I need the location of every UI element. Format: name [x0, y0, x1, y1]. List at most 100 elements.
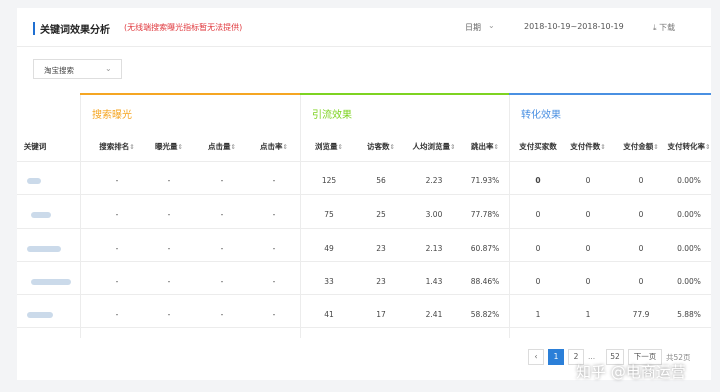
- page-ellipsis: ...: [588, 352, 596, 361]
- table-cell: 0: [638, 277, 644, 286]
- table-cell: -: [115, 210, 119, 219]
- dropdown-selected-value: 淘宝搜索: [44, 66, 74, 75]
- table-cell: -: [220, 210, 224, 219]
- table-cell: 0.00%: [677, 176, 701, 185]
- group-bar-2: [300, 93, 509, 95]
- table-cell: 56: [376, 176, 386, 185]
- sort-icon[interactable]: ⇕: [338, 143, 343, 151]
- table-cell: 23: [376, 277, 386, 286]
- table-cell: 0.00%: [677, 244, 701, 253]
- column-header[interactable]: 曝光量⇕: [139, 141, 199, 152]
- column-header-label: 关键词: [23, 142, 47, 151]
- date-range-value: 2018-10-19~2018-10-19: [524, 22, 624, 31]
- table-cell: -: [115, 176, 119, 185]
- table-cell: 1: [585, 310, 591, 319]
- table-cell: -: [220, 176, 224, 185]
- row-divider: [17, 261, 711, 262]
- table-cell: 23: [376, 244, 386, 253]
- column-header: 关键词: [5, 141, 65, 152]
- keyword-redacted[interactable]: [31, 279, 71, 285]
- table-cell: 77.9: [632, 310, 650, 319]
- column-header[interactable]: 支付转化率⇕: [659, 141, 719, 152]
- column-header[interactable]: 点击率⇕: [244, 141, 304, 152]
- group-title-1: 搜索曝光: [92, 110, 132, 121]
- row-divider: [17, 194, 711, 195]
- table-cell: -: [115, 277, 119, 286]
- page-title: 关键词效果分析: [40, 25, 110, 36]
- sort-icon[interactable]: ⇕: [705, 143, 710, 151]
- group-bar-3: [509, 93, 711, 95]
- table-cell: 75: [324, 210, 334, 219]
- table-cell: 0: [585, 210, 591, 219]
- column-header-label: 点击率: [260, 142, 283, 151]
- keyword-redacted[interactable]: [27, 312, 53, 318]
- table-cell: 0.00%: [677, 210, 701, 219]
- table-cell: 5.88%: [677, 310, 701, 319]
- table-cell: 1.43: [425, 277, 443, 286]
- sort-icon[interactable]: ⇕: [390, 143, 395, 151]
- column-header-label: 支付金额: [623, 142, 654, 151]
- table-cell: -: [272, 244, 276, 253]
- table-cell: 0: [638, 210, 644, 219]
- row-divider: [17, 294, 711, 295]
- table-cell: 125: [321, 176, 337, 185]
- column-header[interactable]: 访客数⇕: [351, 141, 411, 152]
- table-cell: -: [272, 310, 276, 319]
- table-cell: 0: [585, 244, 591, 253]
- download-icon: ⤓: [653, 23, 657, 32]
- column-header[interactable]: 点击量⇕: [192, 141, 252, 152]
- table-cell: -: [220, 310, 224, 319]
- card-header: 关键词效果分析 (无线端搜索曝光指标暂无法提供) 日期 ⌄ 2018-10-19…: [17, 8, 711, 47]
- group-title-3: 转化效果: [521, 110, 561, 121]
- sort-icon[interactable]: ⇕: [494, 143, 499, 151]
- table-cell: 58.82%: [470, 310, 500, 319]
- sort-icon[interactable]: ⇕: [129, 143, 134, 151]
- row-divider: [17, 228, 711, 229]
- column-header-label: 浏览量: [315, 142, 338, 151]
- table-cell: 0: [535, 244, 541, 253]
- column-header[interactable]: 支付件数⇕: [558, 141, 618, 152]
- column-header[interactable]: 浏览量⇕: [299, 141, 359, 152]
- keyword-redacted[interactable]: [27, 246, 61, 252]
- download-button[interactable]: ⤓ 下载: [653, 22, 675, 33]
- column-header-label: 人均浏览量: [412, 142, 451, 151]
- table-cell: 0: [585, 176, 591, 185]
- column-header-label: 跳出率: [471, 142, 494, 151]
- column-header[interactable]: 搜索排名⇕: [87, 141, 147, 152]
- keyword-redacted[interactable]: [27, 178, 41, 184]
- sort-icon[interactable]: ⇕: [653, 143, 658, 151]
- table-cell: 49: [324, 244, 334, 253]
- prev-page-button[interactable]: ‹: [528, 349, 544, 365]
- row-divider: [17, 327, 711, 328]
- row-divider: [17, 161, 711, 162]
- table-cell: -: [167, 210, 171, 219]
- column-header-label: 点击量: [208, 142, 231, 151]
- watermark: 知乎 @电商运营: [576, 363, 686, 381]
- table-cell: -: [272, 176, 276, 185]
- date-picker-label[interactable]: 日期: [465, 22, 481, 33]
- keyword-redacted[interactable]: [31, 212, 51, 218]
- table-cell: -: [220, 244, 224, 253]
- table-cell: -: [167, 310, 171, 319]
- table-cell: -: [220, 277, 224, 286]
- table-cell: 88.46%: [470, 277, 500, 286]
- sort-icon[interactable]: ⇕: [283, 143, 288, 151]
- table-cell: -: [115, 244, 119, 253]
- traffic-source-dropdown[interactable]: 淘宝搜索 ⌄: [33, 59, 122, 79]
- column-header[interactable]: 跳出率⇕: [455, 141, 515, 152]
- column-header-label: 曝光量: [155, 142, 178, 151]
- table-cell: 2.41: [425, 310, 443, 319]
- table-cell: 2.23: [425, 176, 443, 185]
- chevron-down-icon[interactable]: ⌄: [488, 21, 495, 30]
- sort-icon[interactable]: ⇕: [600, 143, 605, 151]
- sort-icon[interactable]: ⇕: [178, 143, 183, 151]
- table-cell: 77.78%: [470, 210, 500, 219]
- group-title-2: 引流效果: [312, 110, 352, 121]
- column-header-label: 搜索排名: [99, 142, 130, 151]
- page-button-1[interactable]: 1: [548, 349, 564, 365]
- table-cell: -: [115, 310, 119, 319]
- sort-icon[interactable]: ⇕: [231, 143, 236, 151]
- table-cell: 0: [638, 176, 644, 185]
- column-header-label: 支付件数: [570, 142, 601, 151]
- group-separator: [80, 95, 81, 338]
